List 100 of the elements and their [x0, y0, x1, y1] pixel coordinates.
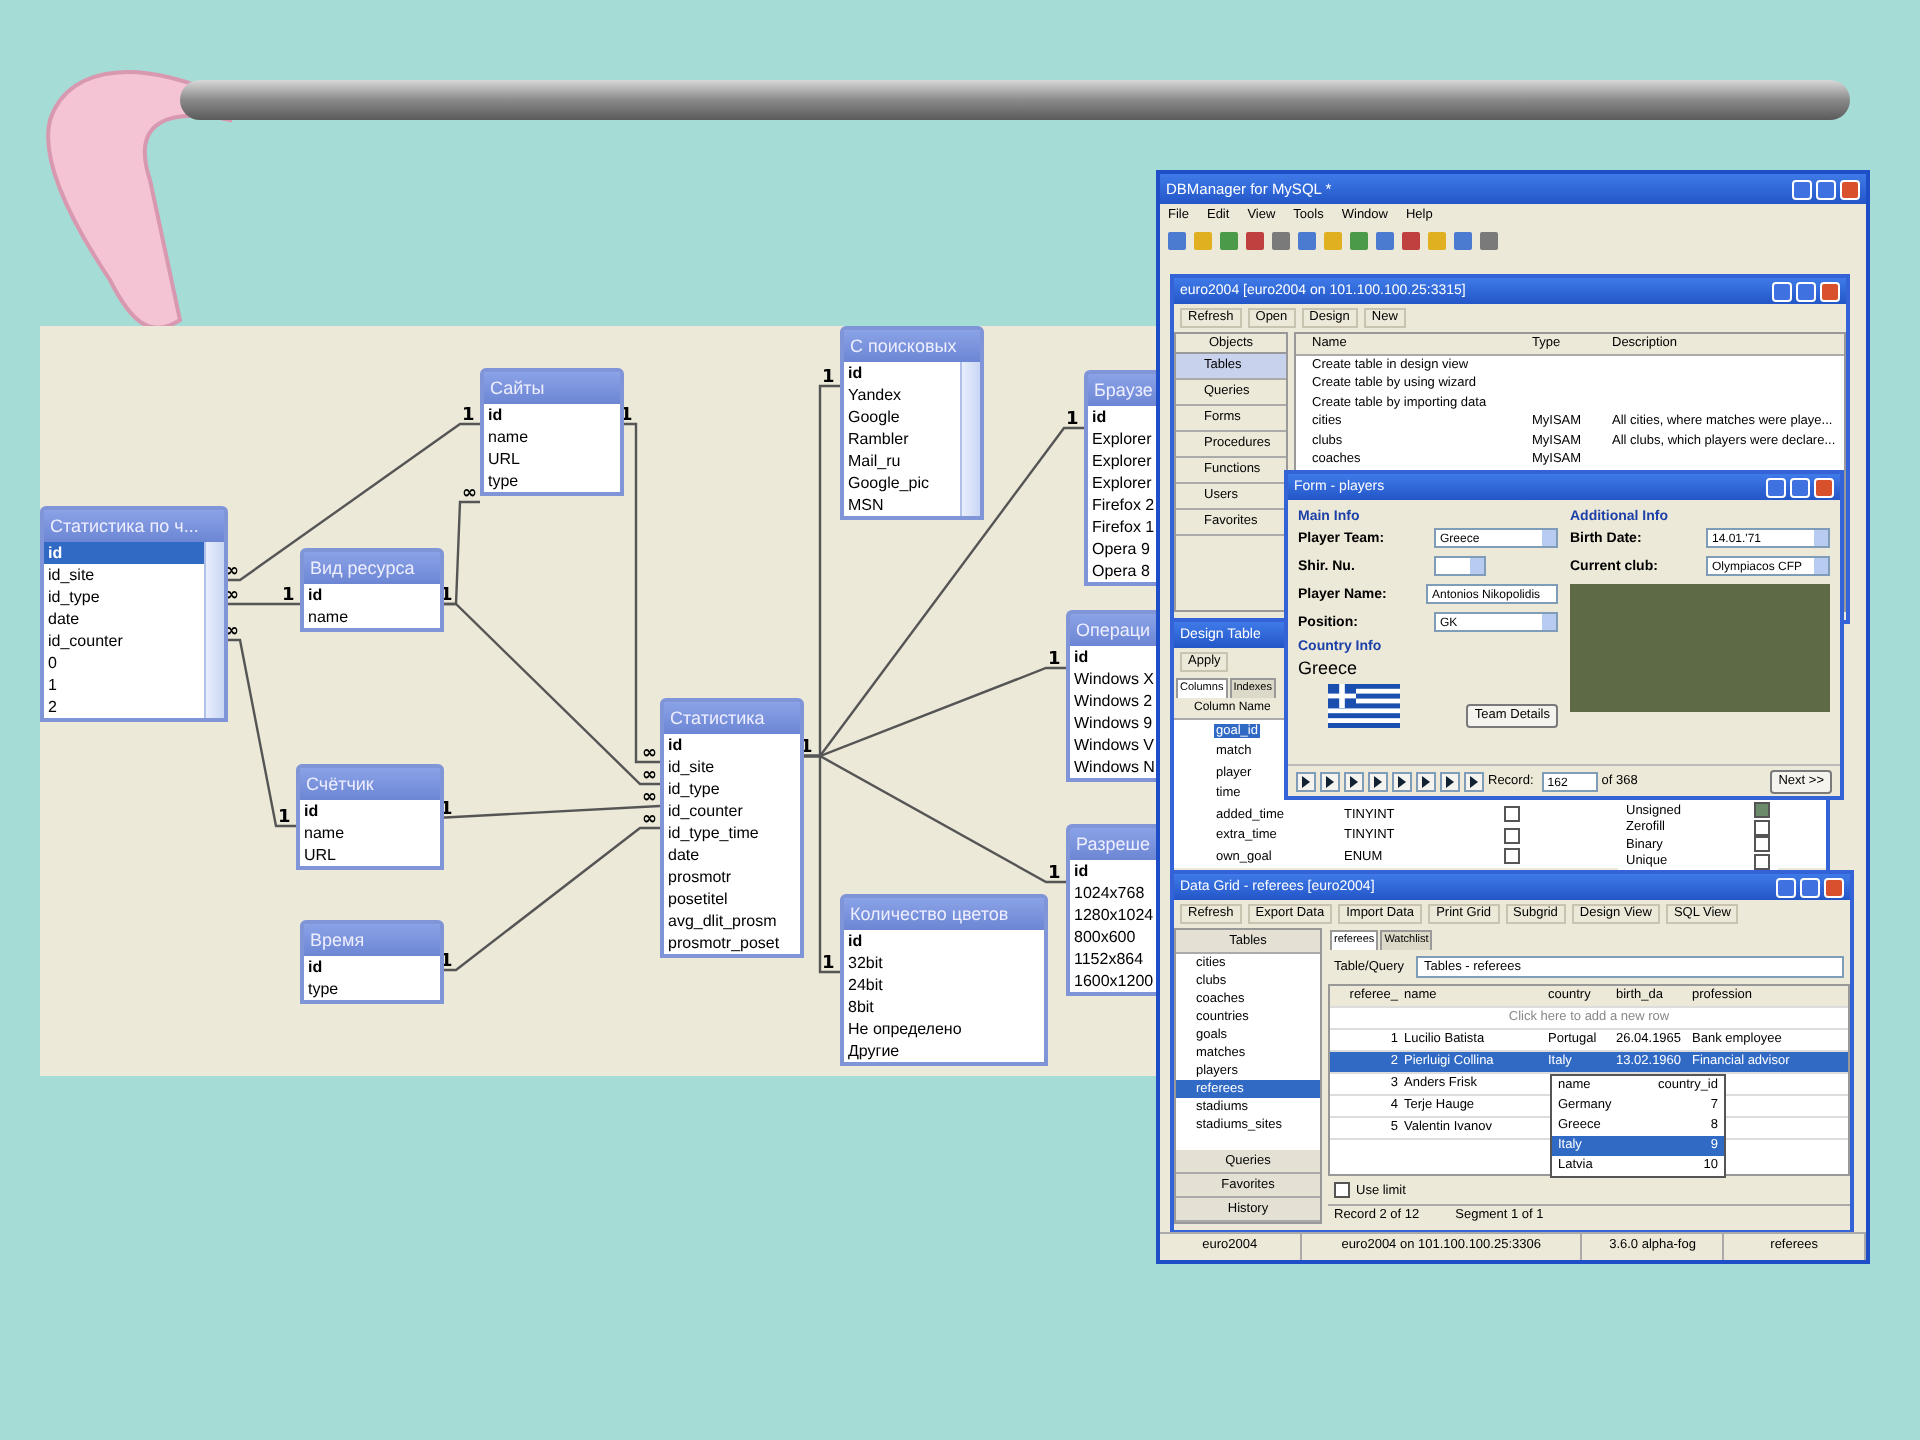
- input-field[interactable]: [1434, 556, 1486, 576]
- field-name[interactable]: name: [484, 426, 620, 448]
- field-name[interactable]: id_counter: [664, 800, 800, 822]
- table-box[interactable]: Статистика id id_site id_type id_counter id_type_time date prosmotr posetitel avg_dlit_prosm prosmotr_poset: [660, 698, 804, 958]
- navigation-button[interactable]: [1392, 771, 1412, 791]
- table-box[interactable]: Вид ресурса id name: [300, 548, 444, 632]
- field-name[interactable]: Rambler: [844, 428, 960, 450]
- field-name[interactable]: Не определено: [844, 1018, 1044, 1040]
- table-box[interactable]: Счётчик id name URL: [296, 764, 444, 870]
- field-name[interactable]: id: [1088, 406, 1160, 428]
- checkbox[interactable]: [1504, 848, 1520, 865]
- field-name[interactable]: Google: [844, 406, 960, 428]
- field-name[interactable]: Explorer: [1088, 428, 1160, 450]
- field-name[interactable]: Yandex: [844, 384, 960, 406]
- field-name[interactable]: prosmotr_poset: [664, 932, 800, 954]
- navigation-button[interactable]: [1440, 771, 1460, 791]
- field-name[interactable]: Другие: [844, 1040, 1044, 1062]
- maximize-icon[interactable]: [1800, 877, 1820, 897]
- field-name[interactable]: Windows 2: [1070, 690, 1160, 712]
- navigation-button[interactable]: [1320, 771, 1340, 791]
- minimize-icon[interactable]: [1776, 877, 1796, 897]
- field-name[interactable]: Explorer: [1088, 450, 1160, 472]
- field-name[interactable]: Windows N: [1070, 756, 1160, 778]
- field-name[interactable]: type: [484, 470, 620, 492]
- maximize-icon[interactable]: [1790, 477, 1810, 497]
- field-name[interactable]: Firefox 2: [1088, 494, 1160, 516]
- maximize-icon[interactable]: [1796, 281, 1816, 301]
- field-name[interactable]: Mail_ru: [844, 450, 960, 472]
- field-name[interactable]: 1: [44, 674, 204, 696]
- field-name[interactable]: 24bit: [844, 974, 1044, 996]
- field-name[interactable]: posetitel: [664, 888, 800, 910]
- field-name[interactable]: Opera 9: [1088, 538, 1160, 560]
- table-box[interactable]: Статистика по ч... id id_site id_type date id_counter 0 1 2: [40, 506, 228, 722]
- table-box[interactable]: Операци id Windows X Windows 2 Windows 9 Windows V Windows N: [1066, 610, 1160, 782]
- field-name[interactable]: id: [44, 542, 204, 564]
- field-name[interactable]: 2: [44, 696, 204, 718]
- field-name[interactable]: date: [664, 844, 800, 866]
- field-name[interactable]: URL: [484, 448, 620, 470]
- field-name[interactable]: id: [1070, 860, 1160, 882]
- close-icon[interactable]: [1814, 477, 1834, 497]
- field-name[interactable]: Opera 8: [1088, 560, 1160, 582]
- field-name[interactable]: Windows X: [1070, 668, 1160, 690]
- field-name[interactable]: Windows V: [1070, 734, 1160, 756]
- field-name[interactable]: URL: [300, 844, 440, 866]
- field-name[interactable]: id_site: [664, 756, 800, 778]
- field-name[interactable]: Firefox 1: [1088, 516, 1160, 538]
- checkbox[interactable]: [1504, 827, 1520, 844]
- navigation-button[interactable]: [1296, 771, 1316, 791]
- field-name[interactable]: type: [304, 978, 440, 1000]
- field-name[interactable]: 800x600: [1070, 926, 1160, 948]
- scrollbar[interactable]: [960, 362, 980, 516]
- field-name[interactable]: prosmotr: [664, 866, 800, 888]
- checkbox[interactable]: [1754, 853, 1770, 870]
- field-name[interactable]: MSN: [844, 494, 960, 516]
- table-box[interactable]: Сайты id name URL type: [480, 368, 624, 496]
- field-name[interactable]: 1280x1024: [1070, 904, 1160, 926]
- table-box[interactable]: Время id type: [300, 920, 444, 1004]
- table-box[interactable]: Браузе id Explorer Explorer Explorer Firefox 2 Firefox 1 Opera 9 Opera 8: [1084, 370, 1160, 586]
- table-box[interactable]: С поисковых id Yandex Google Rambler Mail_ru Google_pic MSN: [840, 326, 984, 520]
- maximize-icon[interactable]: [1816, 179, 1836, 199]
- field-name[interactable]: name: [304, 606, 440, 628]
- table-box[interactable]: Количество цветов id 32bit 24bit 8bit Не определено Другие: [840, 894, 1048, 1066]
- navigation-button[interactable]: [1416, 771, 1436, 791]
- field-name[interactable]: name: [300, 822, 440, 844]
- checkbox[interactable]: [1754, 802, 1770, 819]
- field-name[interactable]: 8bit: [844, 996, 1044, 1018]
- field-name[interactable]: id: [844, 930, 1044, 952]
- close-icon[interactable]: [1824, 877, 1844, 897]
- checkbox[interactable]: [1334, 1182, 1350, 1198]
- navigation-button[interactable]: [1368, 771, 1388, 791]
- close-icon[interactable]: [1820, 281, 1840, 301]
- field-name[interactable]: id: [844, 362, 960, 384]
- field-name[interactable]: Google_pic: [844, 472, 960, 494]
- field-name[interactable]: 0: [44, 652, 204, 674]
- field-name[interactable]: avg_dlit_prosm: [664, 910, 800, 932]
- navigation-button[interactable]: [1464, 771, 1484, 791]
- field-name[interactable]: id_type_time: [664, 822, 800, 844]
- field-name[interactable]: date: [44, 608, 204, 630]
- field-name[interactable]: id_counter: [44, 630, 204, 652]
- checkbox[interactable]: [1754, 836, 1770, 853]
- field-name[interactable]: Explorer: [1088, 472, 1160, 494]
- table-box[interactable]: Разреше id 1024x768 1280x1024 800x600 1152x864 1600x1200: [1066, 824, 1160, 996]
- field-name[interactable]: id: [304, 956, 440, 978]
- minimize-icon[interactable]: [1772, 281, 1792, 301]
- checkbox[interactable]: [1754, 819, 1770, 836]
- field-name[interactable]: id_site: [44, 564, 204, 586]
- field-name[interactable]: 1024x768: [1070, 882, 1160, 904]
- field-name[interactable]: id_type: [664, 778, 800, 800]
- minimize-icon[interactable]: [1766, 477, 1786, 497]
- close-icon[interactable]: [1840, 179, 1860, 199]
- field-name[interactable]: Windows 9: [1070, 712, 1160, 734]
- scrollbar[interactable]: [204, 542, 224, 718]
- checkbox[interactable]: [1504, 806, 1520, 823]
- field-name[interactable]: id: [1070, 646, 1160, 668]
- field-name[interactable]: id: [484, 404, 620, 426]
- field-name[interactable]: id: [664, 734, 800, 756]
- field-name[interactable]: 32bit: [844, 952, 1044, 974]
- navigation-button[interactable]: [1344, 771, 1364, 791]
- field-name[interactable]: id: [304, 584, 440, 606]
- field-name[interactable]: 1152x864: [1070, 948, 1160, 970]
